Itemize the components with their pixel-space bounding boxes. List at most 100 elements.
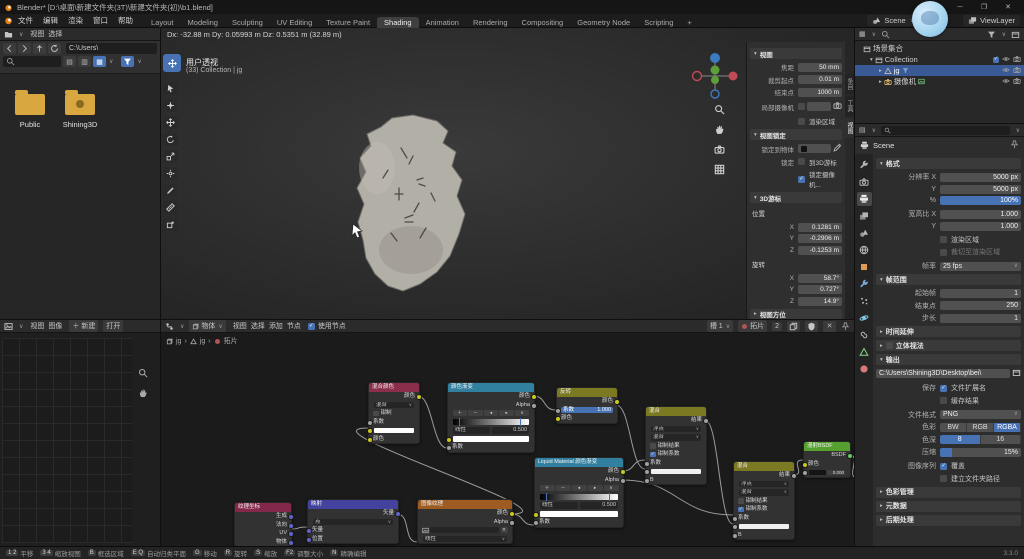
input-socket[interactable]: [306, 528, 312, 534]
output-socket[interactable]: [531, 403, 537, 409]
node-texture-coordinate[interactable]: 纹理坐标生成法向UV物体: [234, 502, 292, 546]
next-stop-button[interactable]: ▸: [588, 485, 603, 491]
uv-grid[interactable]: [2, 338, 132, 543]
close-button[interactable]: ✕: [996, 3, 1020, 11]
option-BW[interactable]: BW: [940, 423, 967, 432]
props-section-元数据[interactable]: ▸元数据: [876, 501, 1021, 512]
workspace-tab-Animation[interactable]: Animation: [419, 17, 466, 28]
position-field[interactable]: 0.500: [580, 502, 618, 509]
blender-logo-icon[interactable]: [4, 16, 13, 25]
output-socket[interactable]: [395, 511, 401, 517]
properties-tab-view-layer[interactable]: [857, 209, 872, 223]
workspace-tab-Texture Paint[interactable]: Texture Paint: [319, 17, 377, 28]
back-button[interactable]: [3, 43, 16, 54]
search-input[interactable]: [3, 56, 61, 67]
node-dropdown[interactable]: 混合∨: [651, 434, 701, 441]
checkbox[interactable]: [940, 475, 947, 482]
dropdown-field[interactable]: PNG∨: [940, 410, 1021, 419]
value-field[interactable]: 50 mm: [798, 63, 842, 72]
properties-tab-material[interactable]: [857, 362, 872, 376]
chevron-down-icon[interactable]: ∨: [872, 127, 876, 134]
funnel-icon[interactable]: [987, 30, 996, 39]
value-field[interactable]: 0.01 m: [798, 75, 842, 84]
tool-rotate-button[interactable]: [163, 133, 178, 146]
outliner-row-摄像机[interactable]: ▸摄像机: [855, 76, 1024, 87]
value-field[interactable]: -0.2906 m: [798, 234, 842, 243]
ramp-menu-button[interactable]: ∨: [515, 410, 530, 416]
properties-tab-scene[interactable]: [857, 226, 872, 240]
viewport-hand-button[interactable]: [714, 124, 725, 137]
display-list-button[interactable]: ▤: [63, 56, 76, 67]
remove-stop-button[interactable]: －: [468, 410, 483, 416]
checkbox[interactable]: ✓: [940, 385, 947, 392]
workspace-tab-Scripting[interactable]: Scripting: [637, 17, 680, 28]
node-color-ramp-2[interactable]: Liquid Material 颜色渐变颜色Alpha＋－◂▸∨线性0.500系…: [534, 457, 624, 528]
props-section-色彩管理[interactable]: ▸色彩管理: [876, 487, 1021, 498]
input-socket[interactable]: [446, 445, 452, 451]
hide-toggle[interactable]: [1002, 77, 1010, 87]
checkbox[interactable]: ✓: [993, 57, 999, 63]
value-field[interactable]: [739, 524, 789, 530]
props-section-格式[interactable]: ▾格式: [876, 158, 1021, 169]
browse-folder-button[interactable]: [1012, 368, 1021, 379]
props-section-输出[interactable]: ▾输出: [876, 354, 1021, 365]
workspace-tab-UV Editing[interactable]: UV Editing: [270, 17, 319, 28]
value-field[interactable]: 100%: [940, 196, 1021, 205]
input-socket[interactable]: [644, 469, 650, 475]
node-dropdown[interactable]: 混合∨: [739, 489, 789, 496]
remove-stop-button[interactable]: －: [556, 485, 571, 491]
value-field[interactable]: 0.1281 m: [798, 223, 842, 232]
viewport-magnifier-button[interactable]: [714, 104, 725, 117]
value-field[interactable]: 5000 px: [940, 185, 1021, 194]
output-socket[interactable]: [614, 399, 620, 405]
up-button[interactable]: [33, 43, 46, 54]
input-socket[interactable]: [367, 437, 373, 443]
image-name-field[interactable]: [430, 527, 499, 533]
node-mix-2[interactable]: 混合结果浮点∨混合∨钳制结果✓钳制系数系数B: [733, 461, 795, 540]
camera-field[interactable]: [807, 102, 831, 111]
slider-field[interactable]: 15%: [940, 448, 1021, 457]
node-checkbox[interactable]: ✓: [650, 452, 656, 458]
node-graph[interactable]: 混合颜色颜色混合∨钳制系数颜色颜色渐变颜色Alpha＋－◂▸∨线性0.500系数…: [161, 320, 854, 546]
viewport-3d[interactable]: Dx: -32.88 m Dy: 0.05993 m Dz: 0.5351 m …: [161, 28, 854, 319]
sidebar-section-视图锁定[interactable]: ▾视图锁定: [750, 129, 842, 140]
max-button[interactable]: ❐: [972, 3, 996, 11]
outliner-row-场景集合[interactable]: 场景集合: [855, 43, 1024, 54]
value-field[interactable]: 1000 m: [798, 88, 842, 97]
camera-picker[interactable]: [833, 101, 842, 112]
sidebar-tab-视图[interactable]: 视图: [845, 118, 854, 138]
display-grid-button[interactable]: ▥: [78, 56, 91, 67]
input-socket[interactable]: [367, 420, 373, 426]
node-title[interactable]: 混合颜色: [369, 383, 419, 392]
hide-toggle[interactable]: [1002, 55, 1010, 65]
expand-arrow[interactable]: ▸: [879, 68, 882, 74]
color-swatch[interactable]: [453, 436, 529, 442]
refresh-button[interactable]: [48, 43, 61, 54]
file-browser-icon[interactable]: [4, 30, 13, 39]
node-title[interactable]: 图像纹理: [418, 500, 512, 509]
option-16[interactable]: 16: [981, 435, 1022, 444]
input-socket[interactable]: [533, 512, 539, 518]
shader-editor[interactable]: ∨ 物体 ∨ 视图选择添加节点 ✓ 使用节点 槽 1∨ 拓片: [161, 320, 854, 546]
value-field[interactable]: [651, 469, 701, 475]
option-RGBA[interactable]: RGBA: [994, 423, 1021, 432]
node-dropdown[interactable]: 点∨: [313, 519, 393, 526]
node-mix-color[interactable]: 混合颜色颜色混合∨钳制系数颜色: [368, 382, 420, 444]
sidebar-section-3D游标[interactable]: ▾3D游标: [750, 192, 842, 203]
node-invert[interactable]: 反转颜色系数1.000颜色: [556, 387, 618, 424]
display-thumbnail-button[interactable]: ▦: [93, 56, 106, 67]
search-icon[interactable]: [881, 30, 890, 39]
checkbox[interactable]: [798, 158, 805, 165]
workspace-tab-Compositing[interactable]: Compositing: [515, 17, 571, 28]
viewlayer-selector[interactable]: ViewLayer: [963, 15, 1020, 26]
input-socket[interactable]: [802, 462, 808, 468]
tool-cross-button[interactable]: [163, 99, 178, 112]
workspace-tab-+[interactable]: +: [680, 17, 698, 28]
input-socket[interactable]: [367, 428, 373, 434]
node-checkbox[interactable]: ✓: [738, 507, 744, 513]
color-roughness-pair[interactable]: 0.000: [809, 470, 845, 476]
node-mix-1[interactable]: 混合结果浮点∨混合∨钳制结果✓钳制系数系数B: [645, 406, 707, 485]
checkbox[interactable]: [798, 103, 805, 110]
menu-帮助[interactable]: 帮助: [113, 15, 138, 26]
node-title[interactable]: 颜色渐变: [448, 383, 534, 392]
